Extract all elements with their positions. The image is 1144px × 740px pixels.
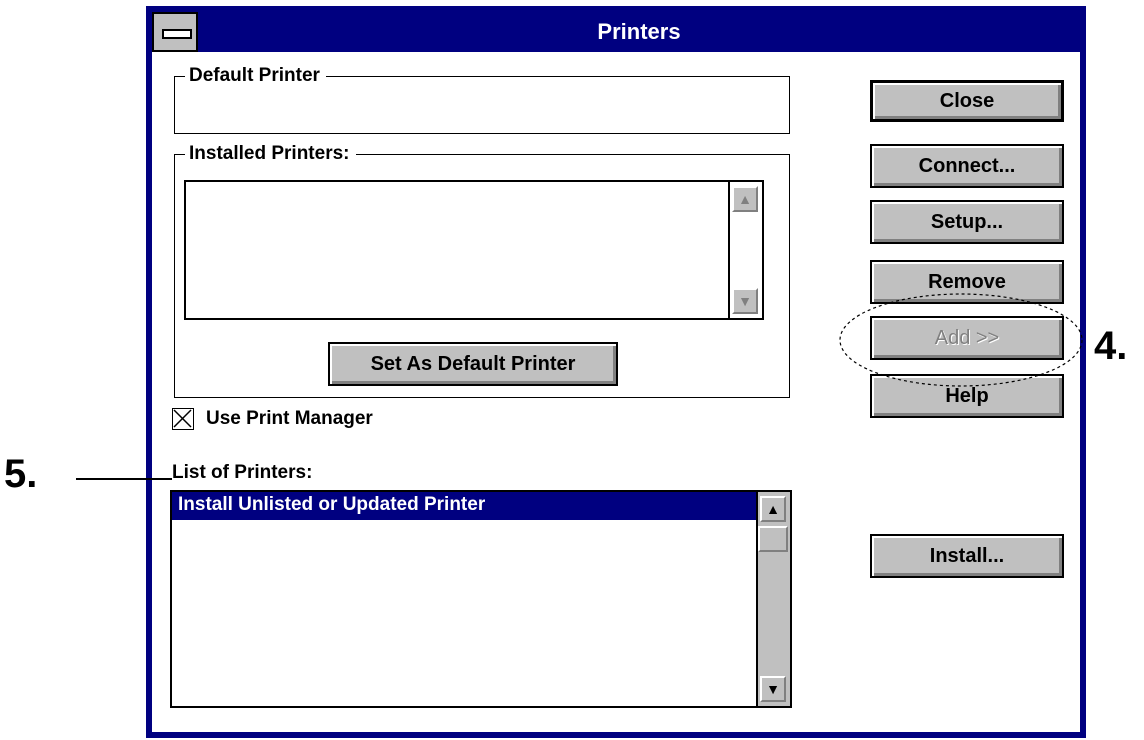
installed-printers-scrollbar[interactable]: ▲ ▼ xyxy=(728,182,762,318)
checkmark-x-icon xyxy=(173,409,192,428)
list-of-printers-label: List of Printers: xyxy=(172,462,313,483)
list-item-label: Install Unlisted or Updated Printer xyxy=(178,494,486,515)
callout-4: 4. xyxy=(1094,324,1128,368)
list-of-printers-scrollbar[interactable]: ▲ ▼ xyxy=(756,492,790,706)
installed-printers-label: Installed Printers: xyxy=(185,143,356,165)
connect-button[interactable]: Connect... xyxy=(870,144,1064,188)
list-of-printers-list[interactable]: Install Unlisted or Updated Printer ▲ ▼ xyxy=(170,490,792,708)
setup-button[interactable]: Setup... xyxy=(870,200,1064,244)
use-print-manager-label: Use Print Manager xyxy=(206,408,373,429)
callout-highlight-ellipse xyxy=(839,293,1083,387)
set-as-default-printer-button[interactable]: Set As Default Printer xyxy=(328,342,618,386)
install-button[interactable]: Install... xyxy=(870,534,1064,578)
scroll-down-icon[interactable]: ▼ xyxy=(732,288,758,314)
callout-5-leader-line xyxy=(76,478,172,480)
scroll-thumb[interactable] xyxy=(758,526,788,552)
default-printer-group: Default Printer xyxy=(174,65,790,134)
default-printer-label: Default Printer xyxy=(185,65,326,87)
scroll-up-icon[interactable]: ▲ xyxy=(760,496,786,522)
system-menu-icon[interactable] xyxy=(152,12,198,52)
list-item-selected[interactable]: Install Unlisted or Updated Printer xyxy=(172,492,758,520)
installed-printers-list[interactable]: ▲ ▼ xyxy=(184,180,764,320)
callout-5: 5. xyxy=(4,452,38,496)
use-print-manager-checkbox[interactable] xyxy=(172,408,194,430)
close-button[interactable]: Close xyxy=(870,80,1064,122)
scroll-down-icon[interactable]: ▼ xyxy=(760,676,786,702)
title-bar: Printers xyxy=(152,12,1080,52)
scroll-up-icon[interactable]: ▲ xyxy=(732,186,758,212)
window-title: Printers xyxy=(597,19,681,44)
